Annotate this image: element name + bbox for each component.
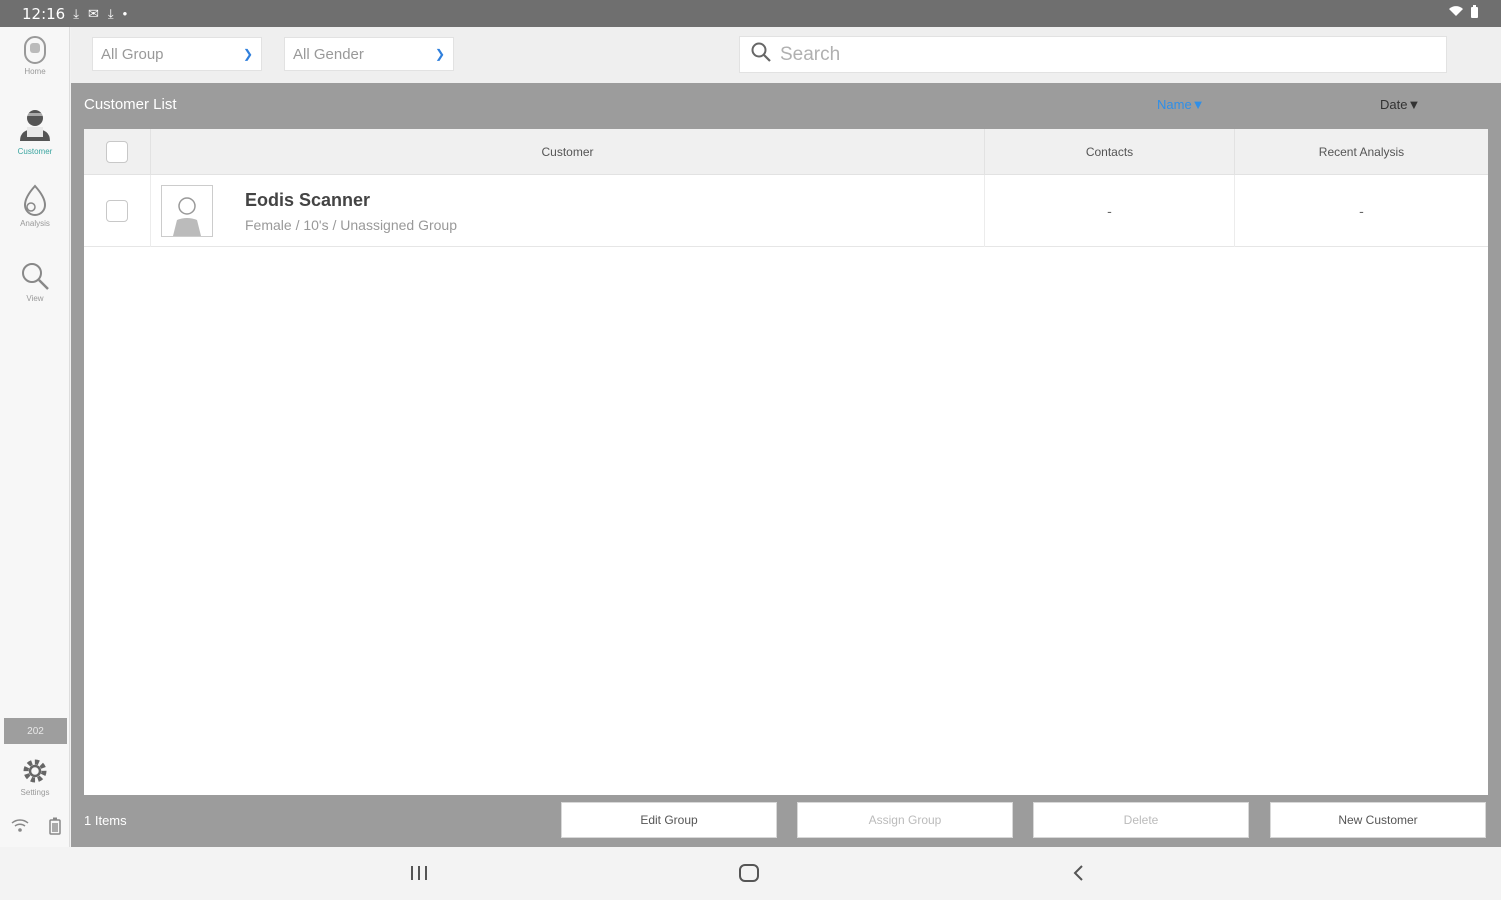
sidebar-item-customer[interactable]: Customer xyxy=(0,107,70,156)
search-box xyxy=(739,36,1447,73)
assign-group-button[interactable]: Assign Group xyxy=(797,802,1013,838)
list-header: Customer List Name▼ Date▼ xyxy=(71,83,1501,127)
page-title: Customer List xyxy=(84,96,177,113)
gender-filter-select[interactable]: All Gender ❯ xyxy=(284,37,454,71)
list-footer: 1 Items Edit Group Assign Group Delete N… xyxy=(71,795,1501,847)
sidebar-status-icons xyxy=(0,817,70,840)
battery-icon xyxy=(1470,5,1479,22)
delete-button[interactable]: Delete xyxy=(1033,802,1249,838)
customer-table: Customer Contacts Recent Analysis Eodis … xyxy=(84,129,1488,795)
dot-icon: • xyxy=(122,6,128,21)
sidebar-item-settings[interactable]: Settings xyxy=(0,756,70,797)
battery-icon xyxy=(48,817,61,840)
table-header: Customer Contacts Recent Analysis xyxy=(84,129,1488,175)
search-input[interactable] xyxy=(780,43,1380,66)
sidebar: Home Customer Analysis View 202 Settings xyxy=(0,27,70,847)
sort-by-date-button[interactable]: Date▼ xyxy=(1380,97,1420,112)
header-select-cell xyxy=(84,129,151,175)
customer-cell: Eodis Scanner Female / 10's / Unassigned… xyxy=(151,175,985,247)
sidebar-item-label: View xyxy=(26,294,44,303)
contacts-cell: - xyxy=(985,175,1235,247)
wifi-icon xyxy=(1448,5,1464,22)
select-all-checkbox[interactable] xyxy=(106,141,128,163)
group-filter-select[interactable]: All Group ❯ xyxy=(92,37,262,71)
sidebar-item-label: Settings xyxy=(20,788,50,797)
customer-name: Eodis Scanner xyxy=(245,189,371,210)
sidebar-item-view[interactable]: View xyxy=(0,260,70,303)
system-nav-bar xyxy=(0,847,1501,900)
column-header-contacts[interactable]: Contacts xyxy=(985,129,1235,175)
clock: 12:16 xyxy=(22,4,66,23)
sort-by-name-button[interactable]: Name▼ xyxy=(1157,97,1205,112)
download-icon: ⤓ xyxy=(73,5,79,21)
download-icon: ⤓ xyxy=(107,5,114,21)
sidebar-item-label: Analysis xyxy=(20,219,50,228)
table-row[interactable]: Eodis Scanner Female / 10's / Unassigned… xyxy=(84,175,1488,247)
recent-analysis-value: - xyxy=(1359,203,1364,219)
customer-list-panel: Customer List Name▼ Date▼ Customer Conta… xyxy=(71,83,1501,847)
chevron-down-icon: ❯ xyxy=(434,47,445,61)
filter-bar: All Group ❯ All Gender ❯ xyxy=(71,27,1501,83)
mail-icon: ✉ xyxy=(87,5,99,21)
group-filter-value: All Group xyxy=(101,45,164,63)
chevron-down-icon: ❯ xyxy=(242,47,253,61)
sidebar-item-home[interactable]: Home xyxy=(0,35,70,76)
search-icon xyxy=(750,41,772,68)
row-checkbox[interactable] xyxy=(106,200,128,222)
sidebar-item-label: Customer xyxy=(17,147,53,156)
home-button-icon[interactable] xyxy=(738,863,760,889)
customer-icon xyxy=(0,107,70,145)
sidebar-item-analysis[interactable]: Analysis xyxy=(0,183,70,228)
home-icon xyxy=(0,35,70,65)
version-badge: 202 xyxy=(4,718,67,744)
avatar xyxy=(161,185,213,237)
recent-apps-icon[interactable] xyxy=(408,863,430,889)
back-icon[interactable] xyxy=(1070,863,1088,889)
gear-icon xyxy=(0,756,70,786)
new-customer-button[interactable]: New Customer xyxy=(1270,802,1486,838)
contacts-value: - xyxy=(1107,203,1112,219)
customer-info: Eodis Scanner Female / 10's / Unassigned… xyxy=(245,190,457,233)
gender-filter-value: All Gender xyxy=(293,45,364,63)
sidebar-item-label: Home xyxy=(24,67,46,76)
column-header-customer[interactable]: Customer xyxy=(151,129,985,175)
recent-analysis-cell: - xyxy=(1235,175,1488,247)
row-select-cell xyxy=(84,175,151,247)
customer-detail: Female / 10's / Unassigned Group xyxy=(245,216,458,233)
analysis-icon xyxy=(0,183,70,217)
column-header-recent-analysis[interactable]: Recent Analysis xyxy=(1235,129,1488,175)
search-icon xyxy=(0,260,70,292)
edit-group-button[interactable]: Edit Group xyxy=(561,802,777,838)
wifi-icon xyxy=(10,817,30,840)
status-bar: 12:16 ⤓ ✉ ⤓ • xyxy=(0,0,1501,27)
items-count: 1 Items xyxy=(84,813,127,828)
